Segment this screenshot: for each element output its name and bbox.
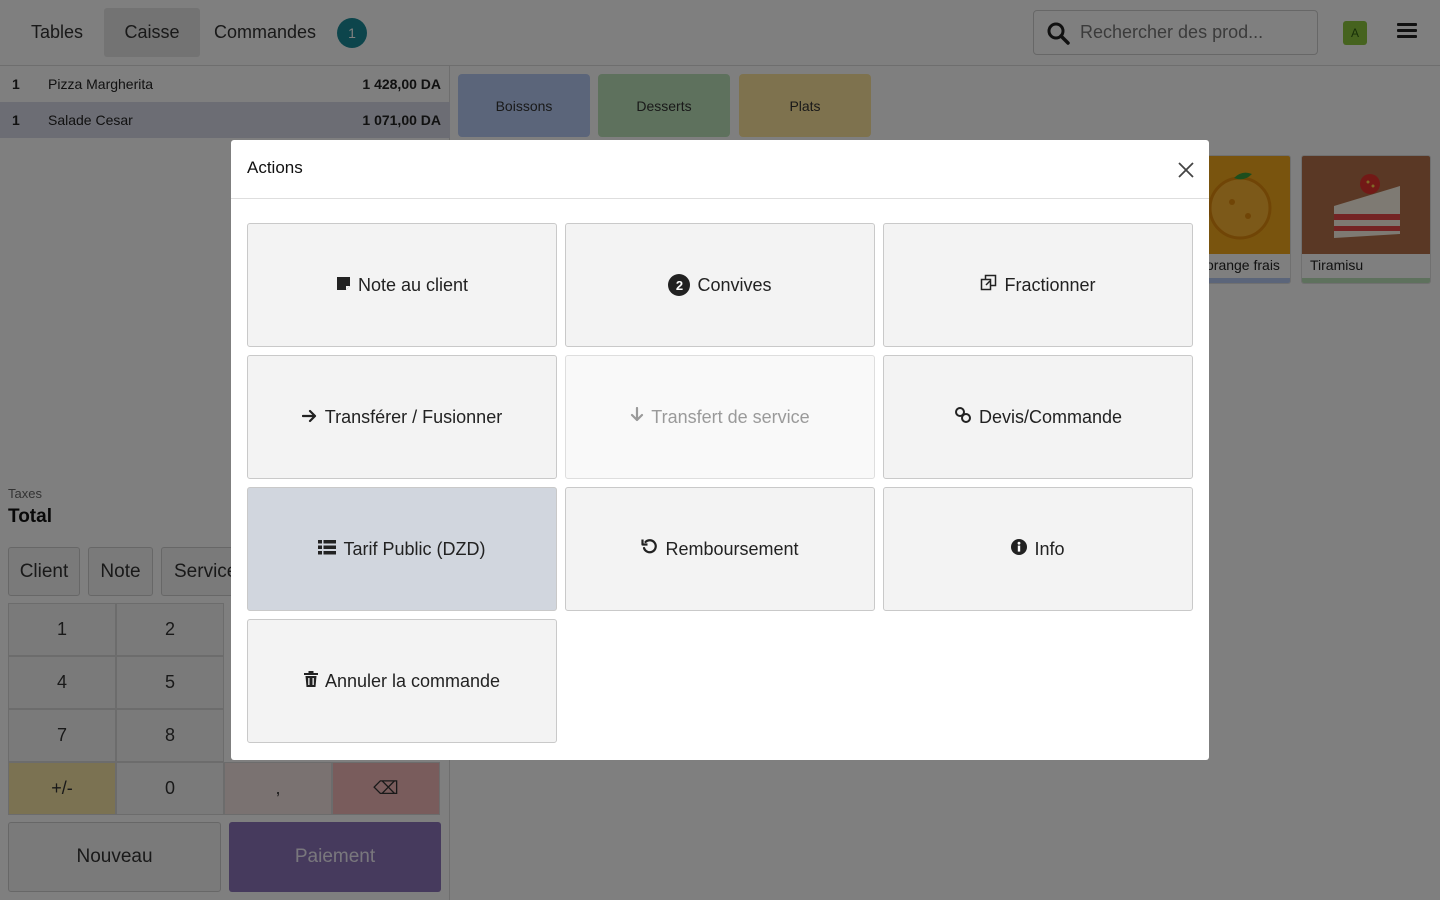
modal-title: Actions [247,158,303,177]
info-button[interactable]: Info [883,487,1193,611]
note-au-client-button[interactable]: Note au client [247,223,557,347]
annuler-commande-button[interactable]: Annuler la commande [247,619,557,743]
info-circle-icon [1011,538,1028,560]
fractionner-button[interactable]: Fractionner [883,223,1193,347]
transferer-fusionner-button[interactable]: Transférer / Fusionner [247,355,557,479]
list-icon [318,539,337,560]
action-label: Transférer / Fusionner [324,406,503,427]
action-label: Tarif Public (DZD) [343,538,486,559]
close-icon[interactable] [1175,159,1197,181]
action-label: Annuler la commande [324,670,501,691]
modal-header: Actions [231,140,1209,199]
action-label: Remboursement [665,538,799,559]
action-label: Transfert de service [651,406,810,427]
arrow-down-icon [630,406,644,428]
undo-icon [641,538,658,560]
remboursement-button[interactable]: Remboursement [565,487,875,611]
action-label: Fractionner [1004,274,1096,295]
transfert-de-service-button: Transfert de service [565,355,875,479]
trash-icon [303,670,318,692]
split-icon [980,274,997,296]
action-label: Note au client [357,274,469,295]
action-label: Convives [697,274,772,295]
action-label: Info [1034,538,1065,559]
sticky-note-icon [336,275,351,296]
guests-count-badge: 2 [668,274,691,296]
action-label: Devis/Commande [978,406,1123,427]
devis-commande-button[interactable]: Devis/Commande [883,355,1193,479]
tarif-public-button[interactable]: Tarif Public (DZD) [247,487,557,611]
actions-modal: Actions Note au client 2 Convives Fracti… [231,140,1209,760]
arrow-right-icon [301,407,318,428]
convives-button[interactable]: 2 Convives [565,223,875,347]
link-icon [954,406,972,429]
